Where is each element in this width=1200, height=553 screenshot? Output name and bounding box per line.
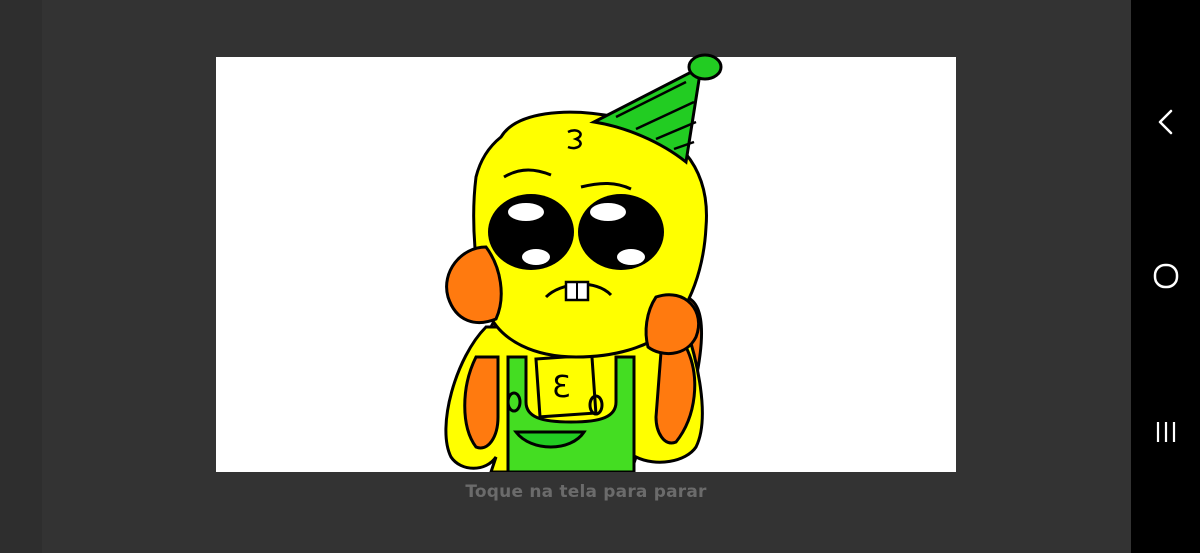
drawing-canvas[interactable]: Ɛ [216,57,956,472]
back-button[interactable] [1131,92,1200,152]
left-eye-highlight-top [508,203,544,221]
left-edge [0,0,42,553]
navigation-bar [1131,0,1200,553]
right-eye-highlight-bottom [617,249,645,265]
right-eye-highlight-top [590,203,626,221]
recents-button[interactable] [1131,402,1200,462]
left-arm [463,355,500,450]
home-button[interactable] [1131,246,1200,306]
screen[interactable]: Ɛ Toque na tela para parar [0,0,1200,553]
character-drawing: Ɛ [444,64,708,472]
hat-pompom [687,53,723,81]
left-eye-highlight-bottom [522,249,550,265]
three-bars-icon [1156,422,1175,442]
shirt-letter: Ɛ [552,370,570,405]
right-cheek [644,293,701,356]
circle-home-icon [1153,263,1178,289]
left-cheek [445,245,503,324]
chevron-left-icon [1158,109,1172,135]
tap-to-stop-hint: Toque na tela para parar [465,482,707,502]
